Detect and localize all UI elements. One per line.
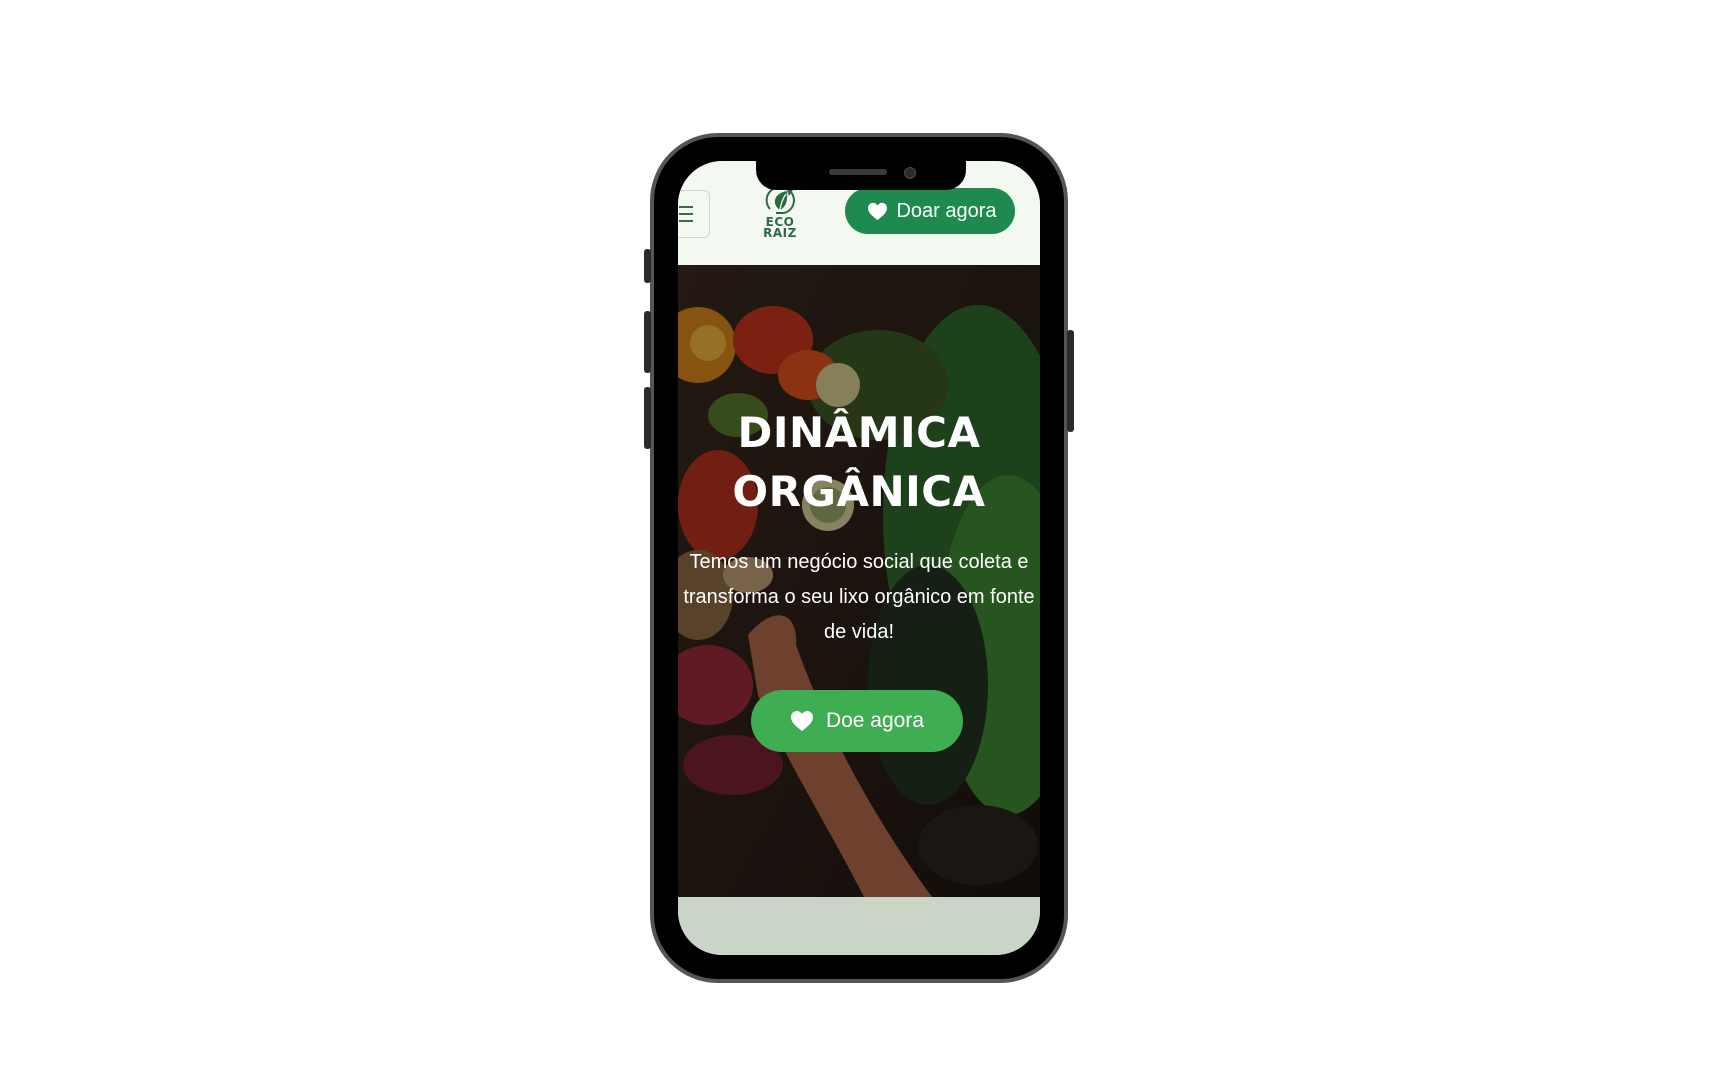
logo-line-raiz: RAIZ [763, 226, 797, 240]
heart-icon [790, 711, 813, 731]
phone-screen: ECO RAIZ Doar agora DINÂMICA ORGÂNICA Te… [678, 161, 1040, 955]
hero-description: Temos um negócio social que coleta e tra… [683, 551, 1035, 643]
hero-title-line-1: DINÂMICA [737, 408, 981, 457]
hero-title-line-2: ORGÂNICA [732, 467, 986, 516]
next-section-preview [678, 897, 1040, 955]
phone-frame: ECO RAIZ Doar agora DINÂMICA ORGÂNICA Te… [644, 133, 1074, 983]
phone-notch [756, 161, 966, 190]
menu-button[interactable] [678, 190, 710, 238]
logo-text: ECO RAIZ [756, 216, 804, 240]
phone-power-button [1067, 330, 1074, 432]
phone-volume-up-button [644, 311, 651, 373]
logo[interactable]: ECO RAIZ [756, 183, 804, 247]
hamburger-icon [679, 204, 693, 224]
hero-section: DINÂMICA ORGÂNICA Temos um negócio socia… [678, 265, 1040, 897]
hero-donate-label: Doe agora [825, 709, 925, 732]
header-donate-label: Doar agora [896, 199, 997, 222]
hero-title: DINÂMICA ORGÂNICA [678, 403, 1040, 521]
phone-mute-switch [644, 249, 651, 283]
phone-camera [904, 167, 916, 179]
phone-volume-down-button [644, 387, 651, 449]
hero-donate-button[interactable]: Doe agora [751, 690, 963, 752]
heart-icon [868, 202, 888, 220]
header-donate-button[interactable]: Doar agora [845, 188, 1015, 234]
phone-speaker [829, 169, 887, 175]
